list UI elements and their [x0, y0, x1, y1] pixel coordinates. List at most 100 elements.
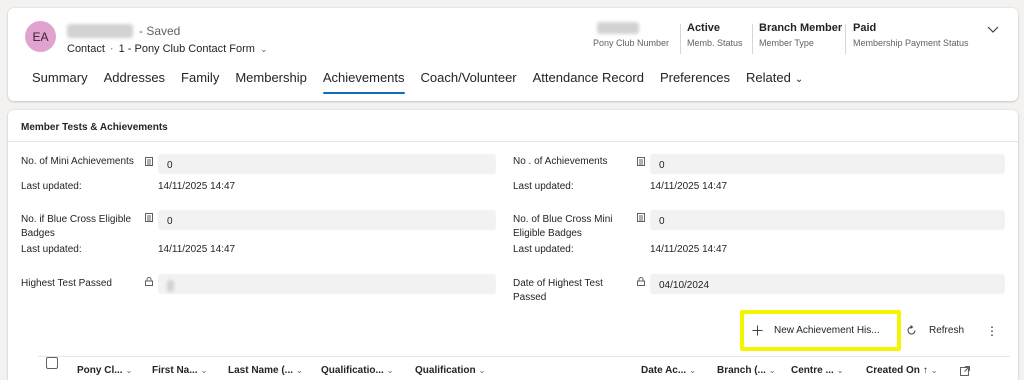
expand-header-chevron-icon[interactable] — [986, 22, 1000, 36]
tab-achievements[interactable]: Achievements — [315, 68, 413, 94]
section-title: Member Tests & Achievements — [21, 122, 168, 133]
header-field-value: Branch Member — [759, 22, 843, 34]
column-header-first-name[interactable]: First Na... ⌄ — [152, 365, 207, 376]
tab-related-label: Related — [746, 70, 791, 85]
blue-cross-eligible-label-line1: No. if Blue Cross Eligible — [21, 214, 132, 225]
refresh-button[interactable]: Refresh — [906, 325, 964, 336]
tab-attendance-record[interactable]: Attendance Record — [525, 68, 652, 94]
header-field-payment-status: Paid Membership Payment Status — [853, 22, 969, 48]
blue-cross-mini-field[interactable]: 0 — [650, 210, 1005, 230]
tab-membership[interactable]: Membership — [227, 68, 315, 94]
header-field-label: Memb. Status — [687, 38, 743, 48]
tab-list: Summary Addresses Family Membership Achi… — [24, 68, 811, 94]
chevron-down-icon: ⌄ — [930, 366, 938, 375]
divider — [752, 24, 753, 54]
record-header: EA - Saved Contact · 1 - Pony Club Conta… — [8, 8, 1018, 101]
header-field-value: Paid — [853, 22, 877, 34]
tab-related[interactable]: Related ⌄ — [738, 68, 811, 94]
divider — [845, 24, 846, 54]
chevron-down-icon: ⌄ — [689, 366, 696, 375]
column-header-qualification[interactable]: Qualification ⌄ — [415, 365, 485, 376]
column-header-created-on[interactable]: Created On ↑ ⌄ — [866, 365, 938, 376]
header-field-label: Member Type — [759, 38, 814, 48]
tab-addresses[interactable]: Addresses — [96, 68, 173, 94]
tab-summary[interactable]: Summary — [24, 68, 96, 94]
column-label: First Na... — [152, 365, 198, 376]
header-field-label: Pony Club Number — [593, 38, 670, 48]
record-subtitle: Contact · 1 - Pony Club Contact Form ⌄ — [67, 43, 267, 55]
refresh-icon — [907, 325, 916, 335]
chevron-down-icon: ⌄ — [200, 366, 208, 375]
last-updated-value: 14/11/2025 14:47 — [650, 244, 728, 255]
calculator-icon — [145, 213, 153, 222]
column-label: Date Ac... — [641, 365, 687, 376]
chevron-down-icon[interactable]: ⌄ — [260, 44, 268, 55]
last-updated-value: 14/11/2025 14:47 — [158, 181, 236, 192]
tab-preferences[interactable]: Preferences — [652, 68, 738, 94]
divider — [680, 24, 681, 54]
section-divider — [8, 141, 1018, 142]
column-label: Pony Cl... — [77, 365, 123, 376]
column-header-date-achieved[interactable]: Date Ac... ⌄ — [641, 365, 696, 376]
column-header-branch[interactable]: Branch (... ⌄ — [717, 365, 776, 376]
chevron-down-icon: ⌄ — [794, 74, 804, 85]
more-options-icon[interactable]: ⋮ — [986, 324, 998, 338]
chevron-down-icon: ⌄ — [836, 366, 844, 375]
column-label: Qualificatio... — [321, 365, 384, 376]
tab-family[interactable]: Family — [173, 68, 227, 94]
mini-achievements-label: No. of Mini Achievements — [21, 156, 134, 167]
form-selector[interactable]: 1 - Pony Club Contact Form — [119, 43, 255, 55]
record-name-redacted — [67, 24, 133, 38]
chevron-down-icon: ⌄ — [296, 366, 303, 375]
last-updated-label: Last updated: — [513, 181, 574, 192]
column-label: Branch (... — [717, 365, 766, 376]
achievements-count-field[interactable]: 0 — [650, 154, 1005, 174]
highest-test-redacted — [167, 280, 174, 292]
blue-cross-mini-label-line2: Eligible Badges — [513, 228, 582, 239]
calculator-icon — [637, 157, 645, 166]
saved-status: - Saved — [139, 24, 181, 38]
column-header-centre[interactable]: Centre ... ⌄ — [791, 365, 844, 376]
avatar: EA — [25, 21, 56, 52]
mini-achievements-field[interactable]: 0 — [158, 154, 496, 174]
header-field-pony-club-number: Pony Club Number — [593, 22, 669, 48]
highlight-box — [740, 310, 901, 351]
pony-club-number-redacted — [597, 22, 639, 34]
separator-dot: · — [109, 43, 114, 55]
column-header-pony-club[interactable]: Pony Cl... ⌄ — [77, 365, 132, 376]
chevron-down-icon: ⌄ — [478, 366, 486, 375]
date-highest-test-label-line1: Date of Highest Test — [513, 278, 603, 289]
grid-header: Pony Cl... ⌄ First Na... ⌄ Last Name (... ⌄… — [38, 356, 1010, 378]
column-label: Centre ... — [791, 365, 834, 376]
header-field-label: Membership Payment Status — [853, 38, 969, 48]
last-updated-value: 14/11/2025 14:47 — [158, 244, 236, 255]
column-label: Last Name (... — [228, 365, 294, 376]
tab-coach-volunteer[interactable]: Coach/Volunteer — [413, 68, 525, 94]
select-all-checkbox[interactable] — [46, 357, 58, 369]
column-label: Qualification — [415, 365, 476, 376]
highest-test-label: Highest Test Passed — [21, 278, 112, 289]
column-label: Created On — [866, 365, 920, 376]
blue-cross-eligible-field[interactable]: 0 — [158, 210, 496, 230]
refresh-label: Refresh — [929, 325, 965, 336]
chevron-down-icon: ⌄ — [386, 366, 394, 375]
header-field-memb-status: Active Memb. Status — [687, 22, 743, 48]
highest-test-field[interactable] — [158, 274, 496, 294]
record-title: - Saved — [67, 24, 180, 38]
lock-icon — [637, 277, 645, 286]
last-updated-value: 14/11/2025 14:47 — [650, 181, 728, 192]
date-highest-test-label-line2: Passed — [513, 292, 547, 303]
header-field-value: Active — [687, 22, 721, 34]
date-highest-test-field[interactable]: 04/10/2024 — [650, 274, 1005, 294]
open-in-new-window-icon[interactable] — [960, 366, 970, 376]
header-field-member-type: Branch Member Member Type — [759, 22, 842, 48]
chevron-down-icon: ⌄ — [768, 366, 776, 375]
last-updated-label: Last updated: — [513, 244, 574, 255]
sort-ascending-icon: ↑ — [922, 365, 928, 376]
blue-cross-mini-label-line1: No. of Blue Cross Mini — [513, 214, 613, 225]
column-header-last-name[interactable]: Last Name (... ⌄ — [228, 365, 303, 376]
blue-cross-eligible-label-line2: Badges — [21, 228, 55, 239]
last-updated-label: Last updated: — [21, 244, 82, 255]
column-header-qualification-code[interactable]: Qualificatio... ⌄ — [321, 365, 394, 376]
calculator-icon — [145, 157, 153, 166]
